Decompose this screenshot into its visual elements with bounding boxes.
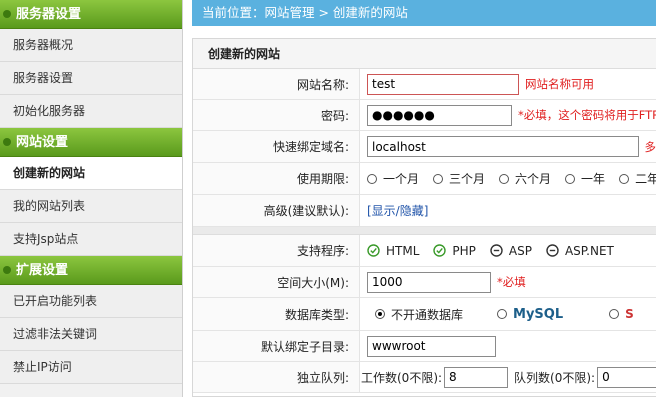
row-period: 使用期限: 一个月 三个月 六个月 一年 二年 xyxy=(193,163,656,195)
sidebar-section-extensions[interactable]: 扩展设置 xyxy=(0,256,182,285)
row-queue: 独立队列: 工作数(0不限): 队列数(0不限): xyxy=(193,362,656,393)
label: 支持程序: xyxy=(193,235,360,266)
radio-icon xyxy=(497,309,508,319)
section-title: 扩展设置 xyxy=(16,263,69,278)
space-hint: *必填 xyxy=(497,275,526,289)
label: 快速绑定域名: xyxy=(193,131,360,162)
row-db-type: 数据库类型: 不开通数据库 MySQL S xyxy=(193,298,656,331)
workers-label: 工作数(0不限): xyxy=(361,370,443,385)
space-size-input[interactable] xyxy=(367,271,491,293)
check-circle-icon xyxy=(367,244,380,257)
label: 高级(建议默认): xyxy=(193,195,360,226)
radio-icon xyxy=(367,173,377,184)
sidebar-section-site[interactable]: 网站设置 xyxy=(0,128,182,157)
sidebar: 服务器设置 服务器概况 服务器设置 初始化服务器 网站设置 创建新的网站 我的网… xyxy=(0,0,183,397)
option-label: 二年 xyxy=(635,172,656,186)
option-label: 一个月 xyxy=(383,172,420,186)
site-name-hint: 网站名称可用 xyxy=(525,77,594,91)
sidebar-item-site-list[interactable]: 我的网站列表 xyxy=(0,190,182,223)
option-label: ASP.NET xyxy=(564,243,614,258)
row-space: 空间大小(M): *必填 xyxy=(193,267,656,298)
sidebar-item-jsp-sites[interactable]: 支持Jsp站点 xyxy=(0,223,182,256)
radio-icon xyxy=(609,309,620,319)
label: 数据库类型: xyxy=(193,298,360,330)
domain-hint: 多 xyxy=(644,139,656,154)
radio-icon xyxy=(433,173,444,184)
program-html[interactable]: HTML xyxy=(367,244,419,258)
minus-circle-icon xyxy=(490,244,503,257)
row-subdir: 默认绑定子目录: xyxy=(193,331,656,362)
create-site-panel: 创建新的网站 网站名称: 网站名称可用 密码: *必填，这个密码将用于FTP 快… xyxy=(192,38,656,397)
row-advanced: 高级(建议默认): [显示/隐藏] xyxy=(193,195,656,227)
option-label: ASP xyxy=(508,243,532,258)
label: 独立队列: xyxy=(193,362,360,392)
option-label: PHP xyxy=(452,243,476,258)
panel-title: 创建新的网站 xyxy=(193,39,656,69)
subdir-input[interactable] xyxy=(367,335,496,357)
radio-icon xyxy=(565,173,576,184)
mysql-logo: MySQL xyxy=(513,306,564,322)
sidebar-item-server-overview[interactable]: 服务器概况 xyxy=(0,29,182,62)
db-option-other[interactable]: S xyxy=(609,307,634,321)
label: 网站名称: xyxy=(193,69,360,99)
section-bullet-icon xyxy=(3,138,11,146)
radio-icon xyxy=(619,173,630,184)
db-option-mysql[interactable]: MySQL xyxy=(497,307,563,322)
sidebar-item-init-server[interactable]: 初始化服务器 xyxy=(0,95,182,128)
breadcrumb: 当前位置：网站管理 > 创建新的网站 xyxy=(192,0,656,26)
radio-icon xyxy=(499,173,510,184)
workers-input[interactable] xyxy=(444,366,509,388)
check-circle-icon xyxy=(433,244,447,257)
sidebar-item-ip-block[interactable]: 禁止IP访问 xyxy=(0,351,182,384)
row-domain: 快速绑定域名: 多 xyxy=(193,131,656,163)
site-name-input[interactable] xyxy=(367,73,519,95)
option-label: 三个月 xyxy=(449,172,486,186)
queue-input[interactable] xyxy=(597,366,656,388)
row-password: 密码: *必填，这个密码将用于FTP xyxy=(193,100,656,131)
sidebar-item-enabled-features[interactable]: 已开启功能列表 xyxy=(0,285,182,318)
password-input[interactable] xyxy=(367,104,512,126)
section-bullet-icon xyxy=(3,266,11,274)
section-title: 服务器设置 xyxy=(16,7,82,22)
program-php[interactable]: PHP xyxy=(433,244,476,258)
sidebar-section-server[interactable]: 服务器设置 xyxy=(0,0,182,29)
section-bullet-icon xyxy=(3,10,11,18)
password-hint: *必填，这个密码将用于FTP xyxy=(518,108,656,122)
period-option[interactable]: 六个月 xyxy=(499,170,551,187)
label: 空间大小(M): xyxy=(193,267,360,297)
label: 默认绑定子目录: xyxy=(193,331,360,361)
option-label: 一年 xyxy=(581,172,606,186)
program-asp[interactable]: ASP xyxy=(490,244,532,258)
queue-label: 队列数(0不限): xyxy=(514,370,596,385)
minus-circle-icon xyxy=(546,244,559,257)
period-option[interactable]: 三个月 xyxy=(433,170,485,187)
sidebar-item-create-site[interactable]: 创建新的网站 xyxy=(0,157,182,190)
toggle-advanced-link[interactable]: [显示/隐藏] xyxy=(367,202,428,219)
option-label: HTML xyxy=(386,243,420,258)
sidebar-item-server-settings[interactable]: 服务器设置 xyxy=(0,62,182,95)
radio-icon xyxy=(375,309,385,319)
program-aspnet[interactable]: ASP.NET xyxy=(546,244,614,258)
period-option[interactable]: 二年 xyxy=(619,170,656,187)
domain-input[interactable] xyxy=(367,136,639,157)
sidebar-item-keyword-filter[interactable]: 过滤非法关键词 xyxy=(0,318,182,351)
label: 密码: xyxy=(193,100,360,130)
db-logo: S xyxy=(625,307,634,321)
row-site-name: 网站名称: 网站名称可用 xyxy=(193,69,656,100)
option-label: 不开通数据库 xyxy=(391,307,464,322)
period-option[interactable]: 一年 xyxy=(565,170,605,187)
label: 使用期限: xyxy=(193,163,360,194)
period-option[interactable]: 一个月 xyxy=(367,170,419,187)
db-option-none[interactable]: 不开通数据库 xyxy=(375,306,463,323)
row-programs: 支持程序: HTML PHP ASP ASP.NET xyxy=(193,235,656,267)
option-label: 六个月 xyxy=(515,172,552,186)
section-divider xyxy=(193,227,656,235)
section-title: 网站设置 xyxy=(16,135,69,150)
